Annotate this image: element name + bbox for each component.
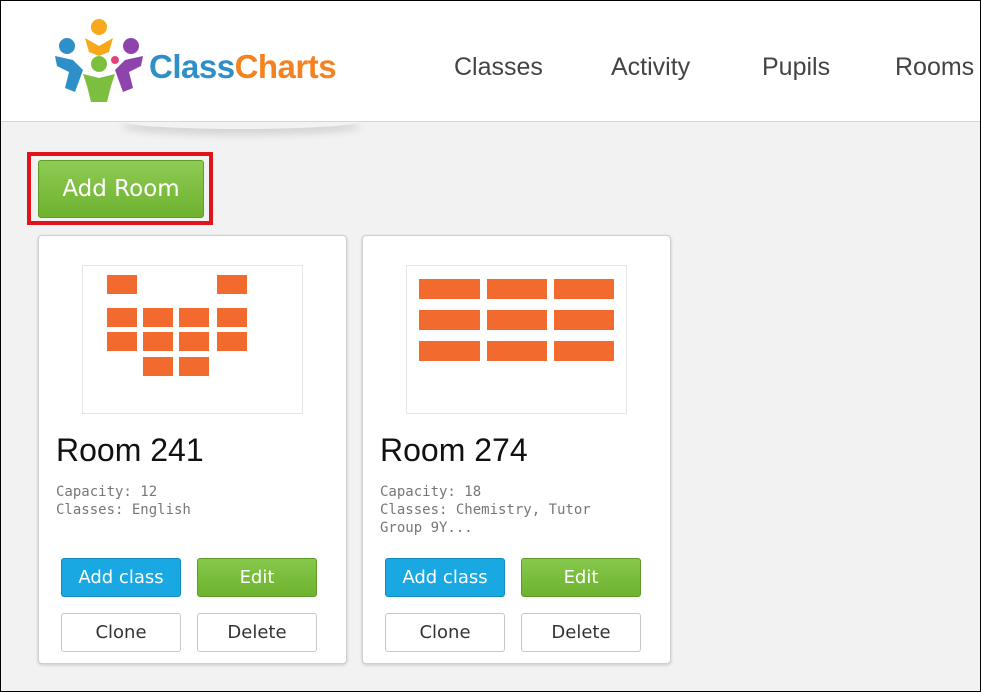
desk-icon bbox=[143, 332, 173, 351]
clone-room-button[interactable]: Clone bbox=[61, 613, 181, 652]
delete-room-button[interactable]: Delete bbox=[197, 613, 317, 652]
kids-logo-icon bbox=[55, 19, 143, 102]
room-card: Room 274 Capacity: 18 Classes: Chemistry… bbox=[362, 235, 671, 664]
logo-wordmark: ClassCharts bbox=[149, 48, 337, 86]
nav-rooms[interactable]: Rooms bbox=[895, 52, 974, 82]
desk-icon bbox=[143, 357, 173, 376]
room-layout-thumbnail[interactable] bbox=[406, 265, 627, 414]
desk-icon bbox=[217, 275, 247, 294]
desk-icon bbox=[179, 308, 209, 327]
desk-icon bbox=[107, 332, 137, 351]
room-classes: Classes: Chemistry, Tutor Group 9Y... bbox=[380, 502, 591, 536]
desk-icon bbox=[487, 279, 547, 299]
add-room-button[interactable]: Add Room bbox=[38, 160, 204, 218]
desk-icon bbox=[217, 332, 247, 351]
room-layout-thumbnail[interactable] bbox=[82, 265, 303, 414]
desk-icon bbox=[179, 332, 209, 351]
desk-icon bbox=[419, 310, 480, 330]
room-capacity: Capacity: 12 bbox=[56, 484, 158, 500]
top-header: ClassCharts Classes Activity Pupils Room… bbox=[1, 1, 980, 122]
room-capacity: Capacity: 18 bbox=[380, 484, 482, 500]
room-details: Capacity: 12 Classes: English bbox=[56, 483, 326, 519]
desk-icon bbox=[107, 275, 137, 294]
desk-icon bbox=[554, 279, 614, 299]
logo-text-class: Class bbox=[149, 48, 235, 85]
room-name: Room 274 bbox=[380, 432, 528, 468]
desk-icon bbox=[143, 308, 173, 327]
room-details: Capacity: 18 Classes: Chemistry, Tutor G… bbox=[380, 483, 650, 537]
room-name: Room 241 bbox=[56, 432, 204, 468]
nav-pupils[interactable]: Pupils bbox=[762, 52, 830, 82]
desk-icon bbox=[107, 308, 137, 327]
edit-room-button[interactable]: Edit bbox=[521, 558, 641, 597]
add-class-button[interactable]: Add class bbox=[61, 558, 181, 597]
desk-icon bbox=[487, 341, 547, 361]
desk-icon bbox=[419, 279, 480, 299]
desk-icon bbox=[487, 310, 547, 330]
delete-room-button[interactable]: Delete bbox=[521, 613, 641, 652]
nav-activity[interactable]: Activity bbox=[611, 52, 690, 82]
classcharts-logo[interactable]: ClassCharts bbox=[49, 16, 369, 106]
app-window: ClassCharts Classes Activity Pupils Room… bbox=[0, 0, 981, 692]
add-class-button[interactable]: Add class bbox=[385, 558, 505, 597]
room-classes: Classes: English bbox=[56, 502, 191, 518]
desk-icon bbox=[554, 310, 614, 330]
desk-icon bbox=[217, 308, 247, 327]
desk-icon bbox=[554, 341, 614, 361]
clone-room-button[interactable]: Clone bbox=[385, 613, 505, 652]
header-shadow bbox=[121, 113, 361, 129]
edit-room-button[interactable]: Edit bbox=[197, 558, 317, 597]
room-card: Room 241 Capacity: 12 Classes: English A… bbox=[38, 235, 347, 664]
desk-icon bbox=[179, 357, 209, 376]
logo-text-charts: Charts bbox=[234, 48, 337, 85]
desk-icon bbox=[419, 341, 480, 361]
nav-classes[interactable]: Classes bbox=[454, 52, 543, 82]
